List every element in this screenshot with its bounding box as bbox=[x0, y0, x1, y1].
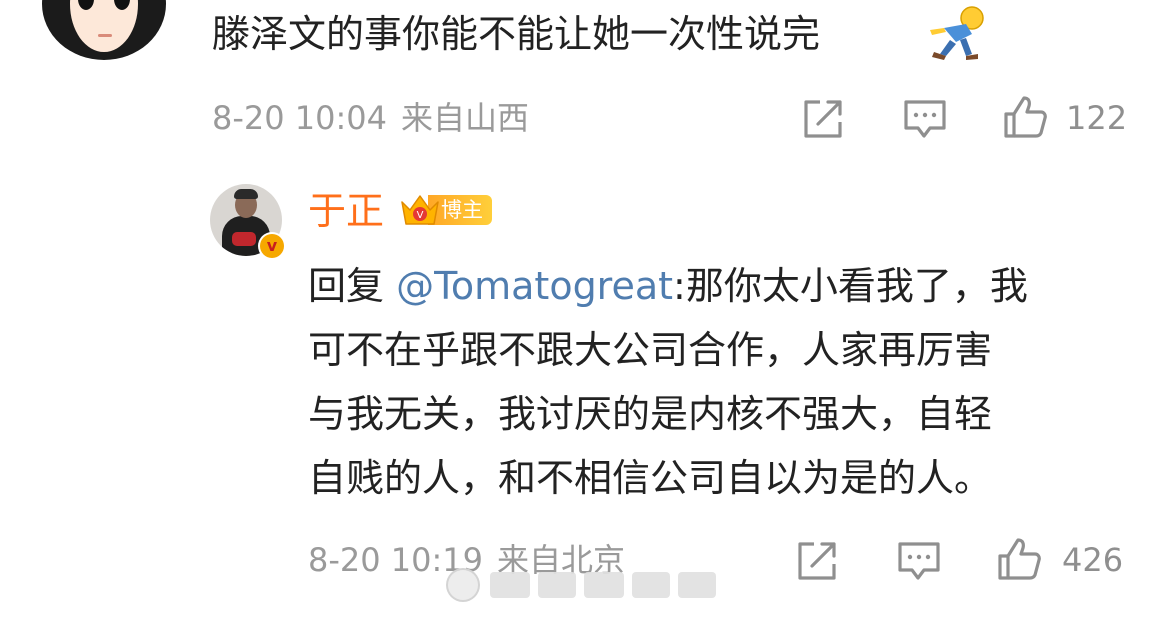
comment-icon[interactable] bbox=[896, 538, 942, 584]
avatar-bag bbox=[232, 232, 256, 246]
reply-line-4: 自贱的人，和不相信公司自以为是的人。 bbox=[308, 456, 993, 500]
like-count: 122 bbox=[1066, 99, 1128, 137]
reply-line-1: 回复 @Tomatogreat:那你太小看我了，我 bbox=[308, 254, 1128, 318]
comment-location: 来自山西 bbox=[401, 99, 530, 137]
reply-line-1-text: :那你太小看我了，我 bbox=[673, 264, 1028, 308]
comment-date: 8-20 10:04 bbox=[212, 99, 388, 137]
thumbs-up-icon[interactable] bbox=[996, 536, 1042, 582]
watermark-block bbox=[678, 572, 716, 598]
blogger-badge: 博主 V bbox=[398, 190, 494, 230]
verified-badge: v bbox=[258, 232, 286, 260]
watermark-block bbox=[538, 572, 576, 598]
share-icon[interactable] bbox=[800, 96, 846, 142]
watermark-block bbox=[490, 572, 530, 598]
commenter-avatar[interactable] bbox=[42, 0, 166, 60]
comment-icon[interactable] bbox=[902, 96, 948, 142]
reply-prefix: 回复 bbox=[308, 264, 385, 308]
reply-line-2: 可不在乎跟不跟大公司合作，人家再厉害 bbox=[308, 328, 993, 372]
running-man-emoji-icon bbox=[930, 6, 984, 60]
watermark-block bbox=[584, 572, 624, 598]
share-icon[interactable] bbox=[794, 538, 840, 584]
verified-mark: v bbox=[260, 234, 284, 258]
comment-meta: 8-20 10:04 来自山西 bbox=[212, 98, 529, 138]
crown-icon: V bbox=[401, 195, 439, 225]
reply-line-3: 与我无关，我讨厌的是内核不强大，自轻 bbox=[308, 392, 993, 436]
watermark-logo bbox=[446, 568, 480, 602]
reply-text: 回复 @Tomatogreat:那你太小看我了，我 可不在乎跟不跟大公司合作，人… bbox=[308, 254, 1128, 510]
avatar-mouth bbox=[98, 34, 112, 37]
svg-text:V: V bbox=[417, 210, 424, 221]
like-count: 426 bbox=[1062, 541, 1124, 579]
watermark bbox=[446, 566, 718, 604]
reply-user-name[interactable]: 于正 bbox=[308, 188, 384, 234]
avatar-hair bbox=[234, 189, 258, 199]
comment-text-content: 滕泽文的事你能不能让她一次性说完 bbox=[212, 12, 821, 56]
watermark-block bbox=[632, 572, 670, 598]
avatar-face bbox=[70, 0, 138, 52]
thumbs-up-icon[interactable] bbox=[1002, 94, 1048, 140]
comment-text: 滕泽文的事你能不能让她一次性说完 bbox=[212, 10, 820, 58]
mention-link[interactable]: @Tomatogreat bbox=[396, 264, 673, 308]
